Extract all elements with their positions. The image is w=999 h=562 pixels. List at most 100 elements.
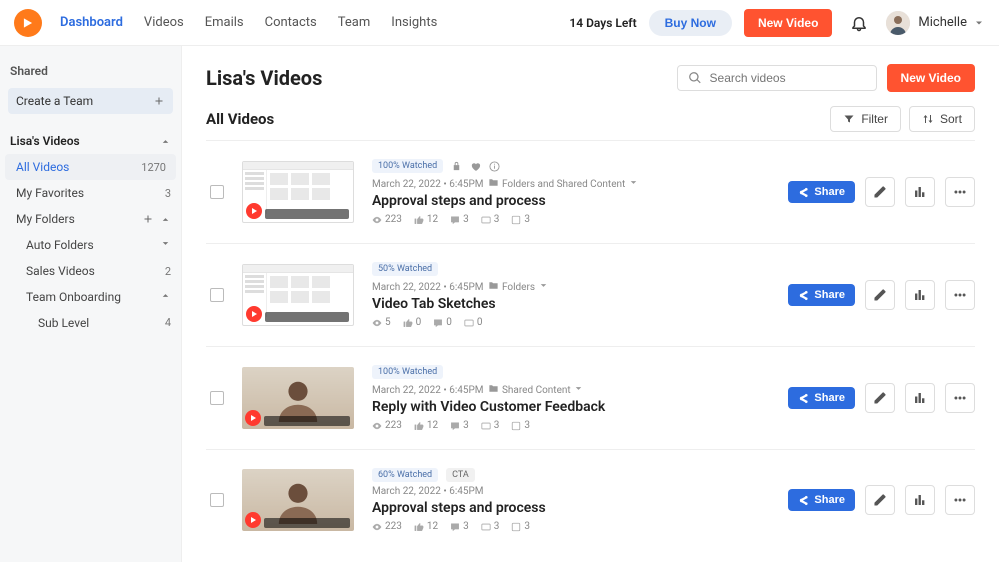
likes-icon (403, 318, 413, 328)
more-button[interactable] (945, 177, 975, 207)
video-thumbnail[interactable] (242, 161, 354, 223)
buy-now-button[interactable]: Buy Now (649, 10, 732, 36)
folder-link[interactable]: Shared Content (502, 385, 571, 396)
sort-button[interactable]: Sort (909, 106, 975, 132)
video-thumbnail[interactable] (242, 469, 354, 531)
info-icon (489, 161, 500, 172)
chevron-down-icon[interactable] (538, 280, 549, 291)
list-title: All Videos (206, 110, 274, 128)
nav-insights[interactable]: Insights (391, 15, 437, 30)
row-actions: Share (788, 280, 975, 310)
sidebar-subfolder-sub-level[interactable]: Sub Level4 (0, 310, 181, 336)
video-thumbnail[interactable] (242, 264, 354, 326)
user-menu[interactable]: Michelle (886, 11, 985, 35)
new-video-button-main[interactable]: New Video (887, 64, 975, 92)
video-title[interactable]: Approval steps and process (372, 193, 774, 209)
filter-button[interactable]: Filter (830, 106, 901, 132)
more-button[interactable] (945, 280, 975, 310)
edit-button[interactable] (865, 177, 895, 207)
more-button[interactable] (945, 383, 975, 413)
more-button[interactable] (945, 485, 975, 515)
notifications-icon[interactable] (850, 14, 868, 32)
folder-link[interactable]: Folders (502, 282, 535, 293)
main-nav: Dashboard Videos Emails Contacts Team Insight… (60, 15, 437, 30)
user-avatar (886, 11, 910, 35)
play-icon[interactable] (246, 203, 262, 219)
sidebar-item-my-favorites[interactable]: My Favorites3 (0, 180, 181, 206)
chevron-icon[interactable] (160, 238, 171, 249)
nav-dashboard[interactable]: Dashboard (60, 15, 123, 30)
watched-badge: 50% Watched (372, 262, 438, 276)
analytics-button[interactable] (905, 177, 935, 207)
list-subheader: All Videos Filter Sort (206, 106, 975, 132)
filter-icon (843, 113, 855, 125)
lock-icon (451, 161, 462, 172)
video-row: 60% WatchedCTAMarch 22, 2022 • 6:45PMApp… (206, 449, 975, 550)
main-content: Lisa's Videos New Video All Videos Filte… (182, 46, 999, 562)
sidebar-folder-auto-folders[interactable]: Auto Folders (0, 232, 181, 258)
duration-bar (264, 518, 350, 528)
play-icon[interactable] (245, 512, 261, 528)
video-title[interactable]: Video Tab Sketches (372, 296, 774, 312)
date-line: March 22, 2022 • 6:45PM Folders (372, 280, 774, 293)
edit-button[interactable] (865, 280, 895, 310)
likes-icon (414, 215, 424, 225)
search-input-wrapper[interactable] (677, 65, 877, 91)
heart-icon (470, 161, 481, 172)
video-thumbnail[interactable] (242, 367, 354, 429)
video-title[interactable]: Approval steps and process (372, 500, 774, 516)
views-icon (372, 318, 382, 328)
nav-emails[interactable]: Emails (205, 15, 244, 30)
play-icon[interactable] (246, 306, 262, 322)
sidebar-folder-sales-videos[interactable]: Sales Videos2 (0, 258, 181, 284)
video-stats: 22312333 (372, 521, 774, 532)
row-checkbox[interactable] (210, 288, 224, 302)
chevron-down-icon[interactable] (573, 383, 584, 394)
top-bar: Dashboard Videos Emails Contacts Team Insight… (0, 0, 999, 46)
new-video-button-top[interactable]: New Video (744, 9, 832, 37)
edit-button[interactable] (865, 383, 895, 413)
app-logo[interactable] (14, 9, 42, 37)
analytics-button[interactable] (905, 485, 935, 515)
analytics-button[interactable] (905, 280, 935, 310)
video-meta: 60% WatchedCTAMarch 22, 2022 • 6:45PMApp… (372, 468, 774, 532)
nav-videos[interactable]: Videos (144, 15, 184, 30)
chevron-icon[interactable] (160, 290, 171, 301)
folder-link[interactable]: Folders and Shared Content (502, 179, 625, 190)
chevron-up-icon[interactable] (160, 214, 171, 225)
chevron-down-icon[interactable] (628, 177, 639, 188)
nav-contacts[interactable]: Contacts (265, 15, 317, 30)
sidebar-item-all-videos[interactable]: All Videos1270 (5, 154, 176, 180)
sidebar: Shared Create a Team Lisa's Videos All V… (0, 46, 182, 562)
plus-icon[interactable] (142, 213, 154, 225)
video-date: March 22, 2022 • 6:45PM (372, 486, 484, 497)
likes-icon (414, 522, 424, 532)
sidebar-folder-team-onboarding[interactable]: Team Onboarding (0, 284, 181, 310)
row-actions: Share (788, 177, 975, 207)
trial-remaining: 14 Days Left (569, 16, 636, 30)
duration-bar (264, 416, 350, 426)
row-checkbox[interactable] (210, 493, 224, 507)
create-team-button[interactable]: Create a Team (8, 88, 173, 114)
q-icon (511, 215, 521, 225)
nav-team[interactable]: Team (338, 15, 371, 30)
row-checkbox[interactable] (210, 185, 224, 199)
share-button[interactable]: Share (788, 387, 855, 409)
edit-button[interactable] (865, 485, 895, 515)
analytics-button[interactable] (905, 383, 935, 413)
folder-icon (488, 280, 499, 291)
share-button[interactable]: Share (788, 284, 855, 306)
video-title[interactable]: Reply with Video Customer Feedback (372, 399, 774, 415)
search-input[interactable] (710, 71, 866, 85)
date-line: March 22, 2022 • 6:45PM Shared Content (372, 383, 774, 396)
play-icon[interactable] (245, 410, 261, 426)
row-checkbox[interactable] (210, 391, 224, 405)
share-button[interactable]: Share (788, 489, 855, 511)
user-name: Michelle (918, 15, 967, 30)
share-button[interactable]: Share (788, 181, 855, 203)
sidebar-item-my-folders[interactable]: My Folders (0, 206, 181, 232)
chevron-up-icon (160, 136, 171, 147)
video-stats: 22312333 (372, 420, 774, 431)
sidebar-section-header[interactable]: Lisa's Videos (0, 128, 181, 154)
chevron-down-icon (973, 17, 985, 29)
